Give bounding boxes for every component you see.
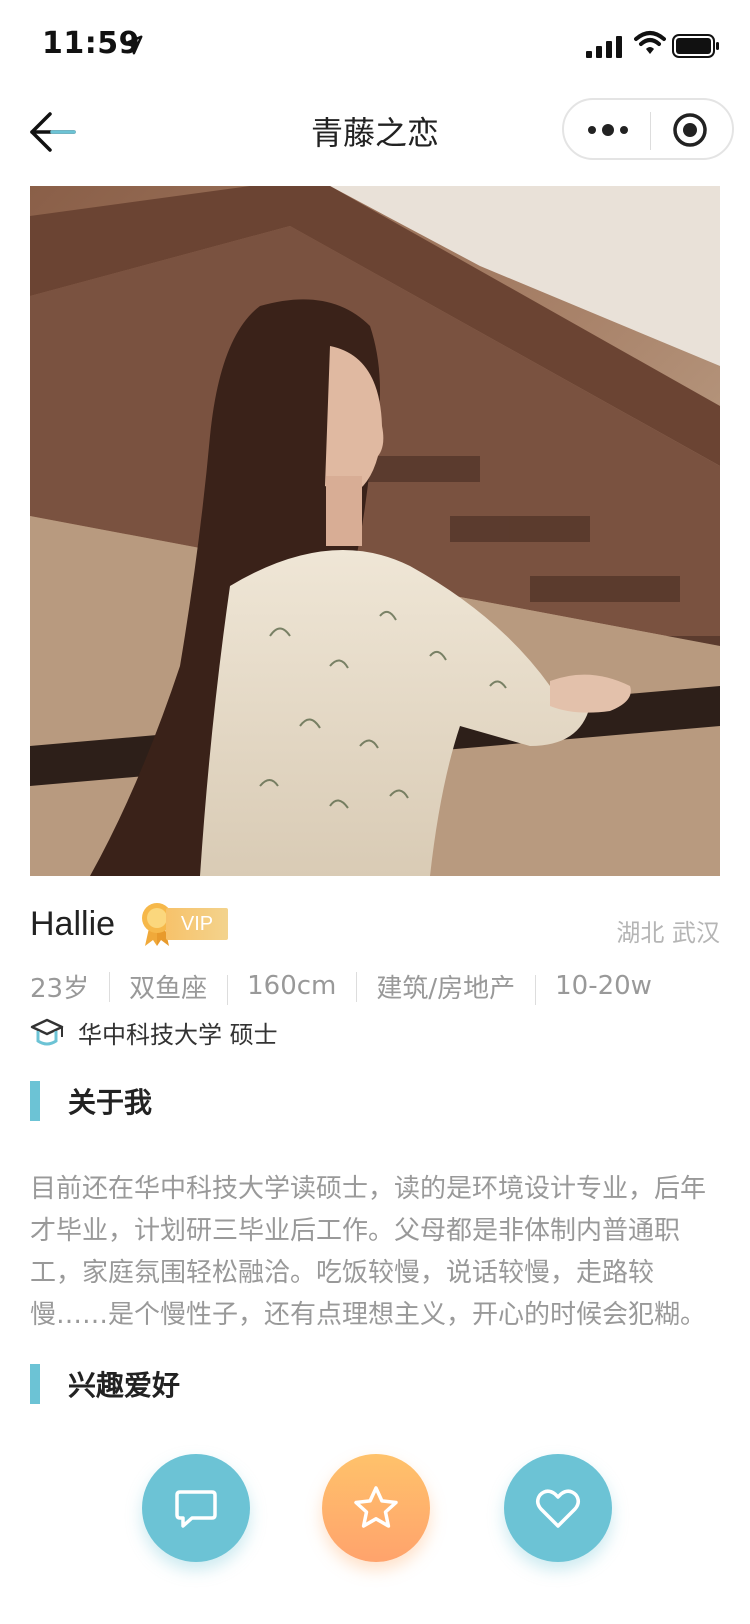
attribute-age: 23岁 (30, 973, 90, 1004)
more-dots-icon[interactable] (586, 120, 630, 140)
mini-program-capsule (562, 98, 734, 160)
education-text: 华中科技大学 硕士 (78, 1020, 278, 1049)
cellular-signal-icon (586, 36, 622, 58)
wifi-icon (634, 31, 666, 54)
section-accent-bar (30, 1081, 40, 1121)
attribute-zodiac: 双鱼座 (109, 968, 227, 1005)
like-button[interactable] (504, 1454, 612, 1562)
about-text: 目前还在华中科技大学读硕士，读的是环境设计专业，后年才毕业，计划研三毕业后工作。… (30, 1174, 707, 1330)
target-circle-icon[interactable] (672, 112, 708, 148)
about-section-header: 关于我 (30, 1080, 152, 1122)
nav-bar: 青藤之恋 (0, 88, 750, 178)
profile-photo[interactable] (30, 186, 720, 876)
chat-button[interactable] (142, 1454, 250, 1562)
heart-icon (536, 1489, 580, 1528)
profile-photo-image (30, 186, 720, 876)
attribute-income: 10-20w (535, 971, 672, 1005)
hobbies-title: 兴趣爱好 (68, 1369, 181, 1402)
profile-name: Hallie (30, 905, 116, 943)
location-text: 湖北 武汉 (616, 919, 720, 947)
section-accent-bar (30, 1364, 40, 1404)
graduation-cap-icon (30, 1018, 64, 1046)
capsule-divider (650, 112, 651, 150)
battery-icon (672, 34, 719, 58)
attribute-industry: 建筑/房地产 (356, 968, 535, 1005)
hobbies-section-header: 兴趣爱好 (30, 1363, 180, 1405)
location-arrow-icon (123, 35, 143, 55)
education-row: 华中科技大学 硕士 (30, 1010, 278, 1054)
about-title: 关于我 (68, 1086, 153, 1119)
vip-label: VIP (166, 908, 228, 940)
status-bar: 11:59 (0, 0, 750, 88)
attribute-height: 160cm (227, 971, 356, 1005)
star-icon (354, 1486, 398, 1528)
chat-bubble-icon (175, 1490, 217, 1528)
favorite-button[interactable] (322, 1454, 430, 1562)
vip-badge: VIP (140, 902, 230, 948)
profile-attributes: 23岁 双鱼座 160cm 建筑/房地产 10-20w (30, 966, 672, 1006)
